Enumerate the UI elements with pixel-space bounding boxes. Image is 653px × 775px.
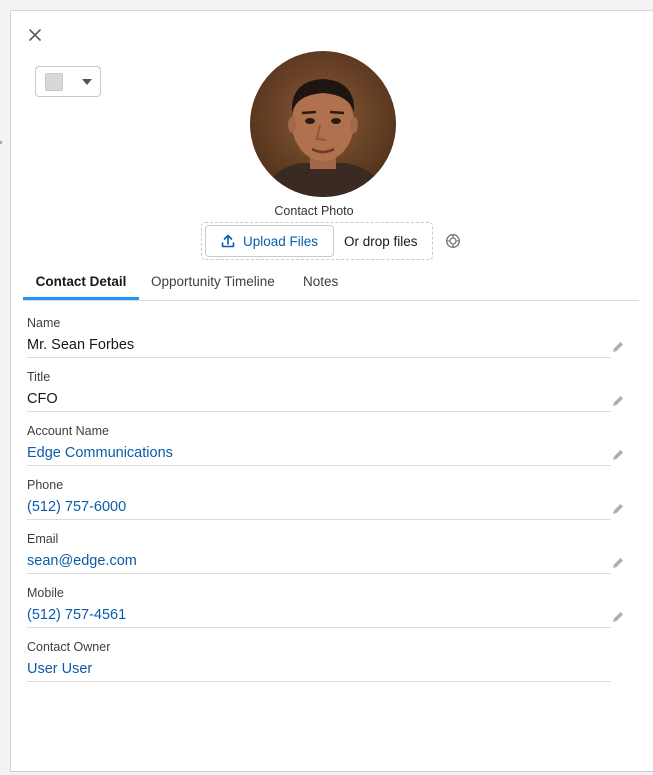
field-account-name: Account Name Edge Communications [27, 424, 627, 478]
pencil-icon [613, 342, 623, 352]
field-label: Account Name [27, 424, 109, 438]
close-button[interactable] [25, 25, 45, 45]
drop-files-text: Or drop files [344, 234, 418, 249]
edit-name-button[interactable] [611, 340, 627, 356]
field-label: Contact Owner [27, 640, 111, 654]
mobile-link[interactable]: (512) 757-4561 [27, 607, 126, 623]
pencil-icon [613, 558, 623, 568]
tab-notes[interactable]: Notes [303, 268, 338, 300]
edit-mobile-button[interactable] [611, 610, 627, 626]
upload-files-button[interactable]: Upload Files [205, 225, 334, 257]
edge-glyph: ° [0, 140, 3, 152]
account-link[interactable]: Edge Communications [27, 445, 173, 461]
pencil-icon [613, 612, 623, 622]
field-phone: Phone (512) 757-6000 [27, 478, 627, 532]
upload-files-label: Upload Files [242, 233, 319, 249]
field-mobile: Mobile (512) 757-4561 [27, 586, 627, 640]
field-divider [27, 465, 611, 466]
field-value: CFO [27, 391, 58, 407]
photo-label: Contact Photo [274, 204, 354, 218]
tab-opportunity-timeline[interactable]: Opportunity Timeline [151, 268, 275, 300]
aperture-icon [446, 234, 460, 248]
pencil-icon [613, 450, 623, 460]
field-value: Mr. Sean Forbes [27, 337, 135, 353]
field-label: Email [27, 532, 59, 546]
field-divider [27, 573, 611, 574]
camera-button[interactable] [445, 233, 461, 249]
close-icon [29, 29, 41, 41]
field-email: Email sean@edge.com [27, 532, 627, 586]
field-contact-owner: Contact Owner User User [27, 640, 627, 694]
field-name: Name Mr. Sean Forbes [27, 316, 627, 370]
color-swatch [45, 73, 63, 91]
edit-title-button[interactable] [611, 394, 627, 410]
field-label: Name [27, 316, 61, 330]
edit-account-button[interactable] [611, 448, 627, 464]
field-divider [27, 627, 611, 628]
field-title: Title CFO [27, 370, 627, 424]
color-picker-button[interactable] [35, 66, 101, 97]
tab-contact-detail[interactable]: Contact Detail [23, 268, 139, 300]
caret-down-icon [82, 79, 92, 85]
field-label: Mobile [27, 586, 64, 600]
field-label: Phone [27, 478, 64, 492]
upload-icon [221, 234, 235, 248]
pencil-icon [613, 504, 623, 514]
edit-email-button[interactable] [611, 556, 627, 572]
contact-photo [250, 51, 396, 197]
field-divider [27, 681, 611, 682]
edit-phone-button[interactable] [611, 502, 627, 518]
email-link[interactable]: sean@edge.com [27, 553, 137, 569]
detail-tabs: Contact Detail Opportunity Timeline Note… [23, 268, 639, 301]
field-label: Title [27, 370, 51, 384]
field-divider [27, 519, 611, 520]
contact-panel: Contact Photo Upload Files Or drop files… [10, 10, 653, 772]
phone-link[interactable]: (512) 757-6000 [27, 499, 126, 515]
field-divider [27, 357, 611, 358]
file-dropzone[interactable]: Upload Files Or drop files [201, 222, 433, 260]
owner-link[interactable]: User User [27, 661, 92, 677]
field-divider [27, 411, 611, 412]
pencil-icon [613, 396, 623, 406]
